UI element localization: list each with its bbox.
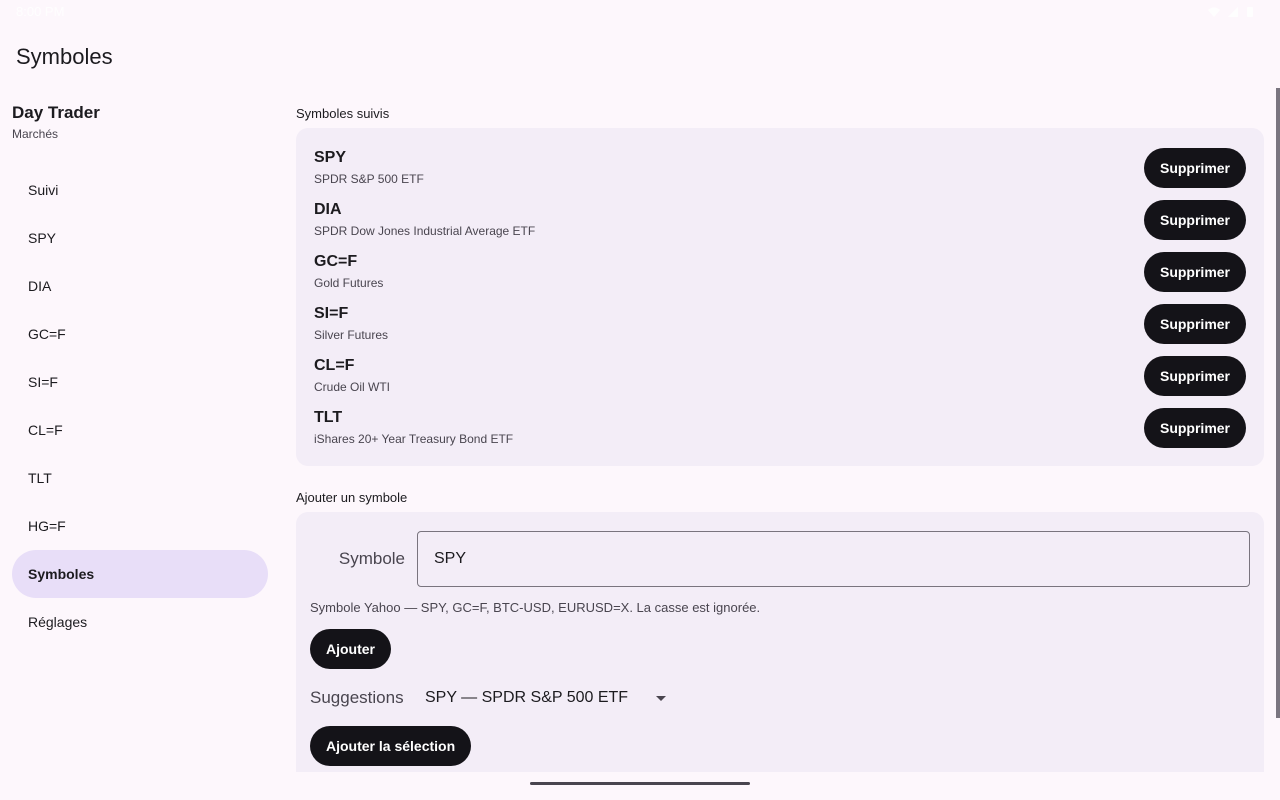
battery-icon [1244,5,1256,17]
home-indicator[interactable] [530,782,750,785]
remove-button[interactable]: Supprimer [1143,148,1246,188]
remove-button[interactable]: Supprimer [1143,408,1246,448]
symbol-code: DIA [314,201,342,218]
watchlist-row: CL=F Crude Oil WTI Supprimer [314,350,1246,402]
watchlist-card: SPY SPDR S&P 500 ETF Supprimer DIA SPDR … [296,128,1264,466]
app-name: Day Trader [12,103,100,122]
symbol-code: SPY [314,149,347,166]
sidebar-item-gcf[interactable]: GC=F [12,310,268,358]
status-time: 8:00 PM [16,4,65,19]
sidebar-item-suivi[interactable]: Suivi [12,166,268,214]
remove-button[interactable]: Supprimer [1143,252,1246,292]
symbol-code: GC=F [314,253,358,270]
symbol-name: Silver Futures [314,328,389,342]
app-subtitle: Marchés [12,127,59,141]
status-icons [1208,5,1256,17]
wifi-icon [1208,5,1220,17]
sidebar-item-clf[interactable]: CL=F [12,406,268,454]
symbol-name: SPDR Dow Jones Industrial Average ETF [314,224,536,238]
symbol-field-label: Symbole [338,549,405,568]
suggestions-row: Suggestions SPY — SPDR S&P 500 ETF [310,680,1250,716]
watchlist-row: SPY SPDR S&P 500 ETF Supprimer [314,142,1246,194]
sidebar-item-symboles[interactable]: Symboles [12,550,268,598]
symbol-field-row: Symbole SPY [310,531,1250,587]
page-title: Symboles [16,44,113,69]
sidebar-item-dia[interactable]: DIA [12,262,268,310]
add-selection-button[interactable]: Ajouter la sélection [310,726,472,766]
symbol-name: Gold Futures [314,276,384,290]
watchlist-row: DIA SPDR Dow Jones Industrial Average ET… [314,194,1246,246]
symbol-code: CL=F [314,357,355,374]
watchlist-row: SI=F Silver Futures Supprimer [314,298,1246,350]
status-bar: 8:00 PM [0,0,1280,24]
sidebar-item-sif[interactable]: SI=F [12,358,268,406]
sidebar-item-reglages[interactable]: Réglages [12,598,268,646]
remove-button[interactable]: Supprimer [1143,356,1246,396]
dropdown-arrow-icon[interactable] [656,695,667,701]
main-content: Symboles suivis SPY SPDR S&P 500 ETF Sup… [296,100,1264,772]
sidebar-item-hgf[interactable]: HG=F [12,502,268,550]
add-section-label: Ajouter un symbole [296,490,408,505]
symbol-hint: Symbole Yahoo — SPY, GC=F, BTC-USD, EURU… [310,600,761,615]
watchlist-row: TLT iShares 20+ Year Treasury Bond ETF S… [314,402,1246,454]
watchlist-section-label: Symboles suivis [296,106,390,121]
remove-button[interactable]: Supprimer [1143,304,1246,344]
nav-list: Suivi SPY DIA GC=F SI=F CL=F TLT HG=F Sy… [12,166,268,646]
symbol-name: SPDR S&P 500 ETF [314,172,424,186]
symbol-code: SI=F [314,305,349,322]
watchlist-row: GC=F Gold Futures Supprimer [314,246,1246,298]
suggestions-label: Suggestions [310,688,404,707]
add-button[interactable]: Ajouter [310,629,391,669]
symbol-name: Crude Oil WTI [314,380,391,394]
symbol-name: iShares 20+ Year Treasury Bond ETF [314,432,514,446]
sidebar-item-tlt[interactable]: TLT [12,454,268,502]
symbol-input[interactable]: SPY [417,531,1250,587]
suggestions-dropdown[interactable]: SPY — SPDR S&P 500 ETF [425,689,628,707]
add-symbol-card: Symbole SPY Symbole Yahoo — SPY, GC=F, B… [296,512,1264,772]
scrollbar[interactable] [1276,88,1280,718]
sidebar-item-spy[interactable]: SPY [12,214,268,262]
symbol-code: TLT [314,409,343,426]
remove-button[interactable]: Supprimer [1143,200,1246,240]
signal-icon [1226,5,1238,17]
